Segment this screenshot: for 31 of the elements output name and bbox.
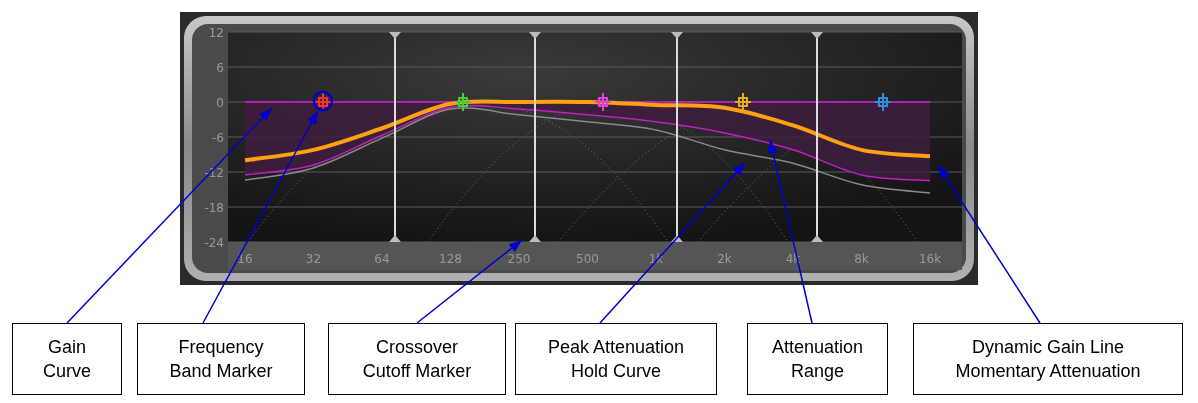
axis-label: 32 xyxy=(305,252,322,266)
axis-label: 8k xyxy=(854,252,869,266)
callout-label: Crossover Cutoff Marker xyxy=(362,336,472,383)
axis-label: 64 xyxy=(374,252,390,266)
axis-label: -6 xyxy=(212,131,224,145)
band-marker[interactable] xyxy=(455,93,471,111)
band-marker[interactable] xyxy=(875,93,891,111)
axis-label: -24 xyxy=(204,236,224,250)
crossover-marker[interactable] xyxy=(811,32,823,242)
callout-label: Frequency Band Marker xyxy=(169,336,273,383)
callout-label: Dynamic Gain Line Momentary Attenuation xyxy=(955,336,1141,383)
axis-label: 16k xyxy=(918,252,942,266)
band-marker[interactable] xyxy=(595,93,611,111)
axis-label: 16 xyxy=(237,252,253,266)
axis-label: 500 xyxy=(576,252,599,266)
axis-label: 2k xyxy=(717,252,732,266)
band-marker[interactable] xyxy=(735,93,751,111)
axis-label: 250 xyxy=(507,252,531,266)
axis-label: 12 xyxy=(208,26,224,40)
crossover-marker[interactable] xyxy=(529,32,541,242)
callout-label: Attenuation Range xyxy=(771,336,864,383)
axis-label: 6 xyxy=(216,61,224,75)
axis-label: 0 xyxy=(216,96,224,110)
crossover-marker[interactable] xyxy=(671,32,683,242)
axis-label: 128 xyxy=(439,252,462,266)
callout-label: Peak Attenuation Hold Curve xyxy=(547,336,685,383)
axis-label: -18 xyxy=(204,201,224,215)
band-marker[interactable] xyxy=(315,93,331,111)
crossover-marker[interactable] xyxy=(389,32,401,242)
highlight-circle xyxy=(312,90,334,112)
callout-label: Gain Curve xyxy=(43,336,91,383)
